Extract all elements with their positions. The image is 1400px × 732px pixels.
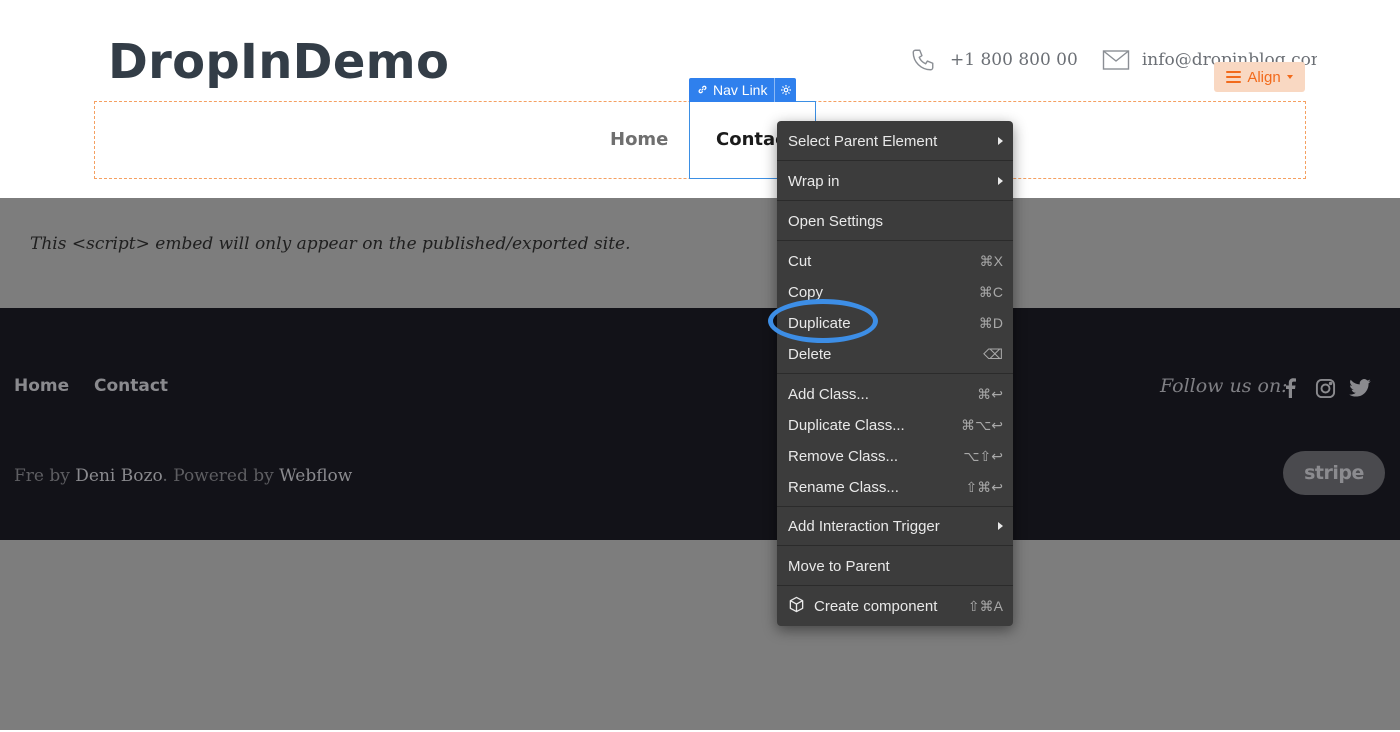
phone-icon [910, 46, 938, 74]
menu-item-label: Move to Parent [788, 557, 890, 575]
menu-item-shortcut: ⌘C [978, 283, 1003, 300]
cube-icon [788, 596, 805, 617]
context-menu: Select Parent Element Wrap in Open Setti… [777, 121, 1013, 626]
menu-separator [777, 160, 1013, 161]
duplicate-highlight-ring [768, 299, 878, 343]
credits-platform-link[interactable]: Webflow [279, 466, 352, 486]
align-button-label: Align [1247, 68, 1281, 86]
menu-separator [777, 506, 1013, 507]
nav-link-home[interactable]: Home [610, 129, 668, 150]
empty-canvas-area [0, 540, 1400, 730]
embed-notice: This <script> embed will only appear on … [30, 234, 631, 254]
header-phone[interactable]: +1 800 800 00 [950, 50, 1078, 70]
menu-item-label: Add Class... [788, 385, 869, 403]
hamburger-icon [1226, 71, 1242, 83]
menu-item-label: Wrap in [788, 172, 840, 190]
credits-author-link[interactable]: Deni Bozo [75, 466, 162, 486]
envelope-icon [1102, 46, 1130, 74]
site-footer [0, 308, 1400, 540]
menu-item-delete[interactable]: Delete ⌫ [777, 341, 1013, 367]
menu-item-select-parent[interactable]: Select Parent Element [777, 128, 1013, 154]
menu-item-shortcut: ⇧⌘A [967, 597, 1003, 614]
menu-item-shortcut: ⌘X [979, 252, 1003, 269]
menu-item-create-component[interactable]: Create component ⇧⌘A [777, 593, 1013, 619]
stripe-badge[interactable]: stripe [1283, 451, 1385, 495]
menu-separator [777, 200, 1013, 201]
menu-item-label: Cut [788, 252, 812, 270]
instagram-icon[interactable] [1313, 376, 1337, 400]
menu-item-label: Copy [788, 283, 824, 301]
submenu-arrow-icon [998, 137, 1003, 145]
submenu-arrow-icon [998, 522, 1003, 530]
credits-middle: . Powered by [162, 466, 280, 486]
align-button[interactable]: Align [1214, 62, 1305, 92]
site-logo[interactable]: DropInDemo [108, 34, 449, 90]
footer-link-contact[interactable]: Contact [94, 376, 168, 396]
menu-item-shortcut: ⌘⌥↩ [961, 416, 1003, 433]
menu-item-label: Delete [788, 345, 832, 363]
element-tag[interactable]: Nav Link [689, 78, 797, 102]
follow-us-label: Follow us on: [1160, 375, 1288, 397]
menu-item-remove-class[interactable]: Remove Class... ⌥⇧↩ [777, 443, 1013, 469]
menu-item-duplicate-class[interactable]: Duplicate Class... ⌘⌥↩ [777, 412, 1013, 438]
menu-item-add-class[interactable]: Add Class... ⌘↩ [777, 381, 1013, 407]
facebook-icon[interactable] [1278, 376, 1302, 400]
menu-item-rename-class[interactable]: Rename Class... ⇧⌘↩ [777, 474, 1013, 500]
menu-item-label: Duplicate Class... [788, 416, 905, 434]
credits-prefix: Fre by [14, 466, 76, 486]
menu-separator [777, 373, 1013, 374]
gear-icon[interactable] [774, 78, 796, 102]
submenu-arrow-icon [998, 177, 1003, 185]
menu-item-shortcut: ⌘↩ [977, 385, 1003, 402]
footer-link-home[interactable]: Home [14, 376, 69, 396]
element-tag-label: Nav Link [713, 82, 768, 98]
link-icon [697, 82, 708, 98]
menu-item-cut[interactable]: Cut ⌘X [777, 248, 1013, 274]
menu-item-shortcut: ⇧⌘↩ [965, 478, 1003, 495]
menu-item-label: Open Settings [788, 212, 884, 230]
menu-item-shortcut: ⌫ [983, 345, 1003, 362]
menu-item-label: Rename Class... [788, 478, 899, 496]
caret-down-icon [1286, 75, 1293, 79]
menu-item-shortcut: ⌥⇧↩ [963, 447, 1003, 464]
menu-separator [777, 585, 1013, 586]
menu-separator [777, 240, 1013, 241]
menu-item-wrap-in[interactable]: Wrap in [777, 168, 1013, 194]
menu-item-label: Add Interaction Trigger [788, 517, 940, 535]
footer-credits: Fre by Deni Bozo. Powered by Webflow [14, 466, 352, 486]
menu-separator [777, 545, 1013, 546]
menu-item-shortcut: ⌘D [978, 314, 1003, 331]
menu-item-open-settings[interactable]: Open Settings [777, 208, 1013, 234]
menu-item-add-interaction-trigger[interactable]: Add Interaction Trigger [777, 513, 1013, 539]
menu-item-move-to-parent[interactable]: Move to Parent [777, 553, 1013, 579]
twitter-icon[interactable] [1348, 376, 1372, 400]
menu-item-label: Create component [814, 597, 938, 615]
menu-item-label: Select Parent Element [788, 132, 938, 150]
menu-item-label: Remove Class... [788, 447, 899, 465]
